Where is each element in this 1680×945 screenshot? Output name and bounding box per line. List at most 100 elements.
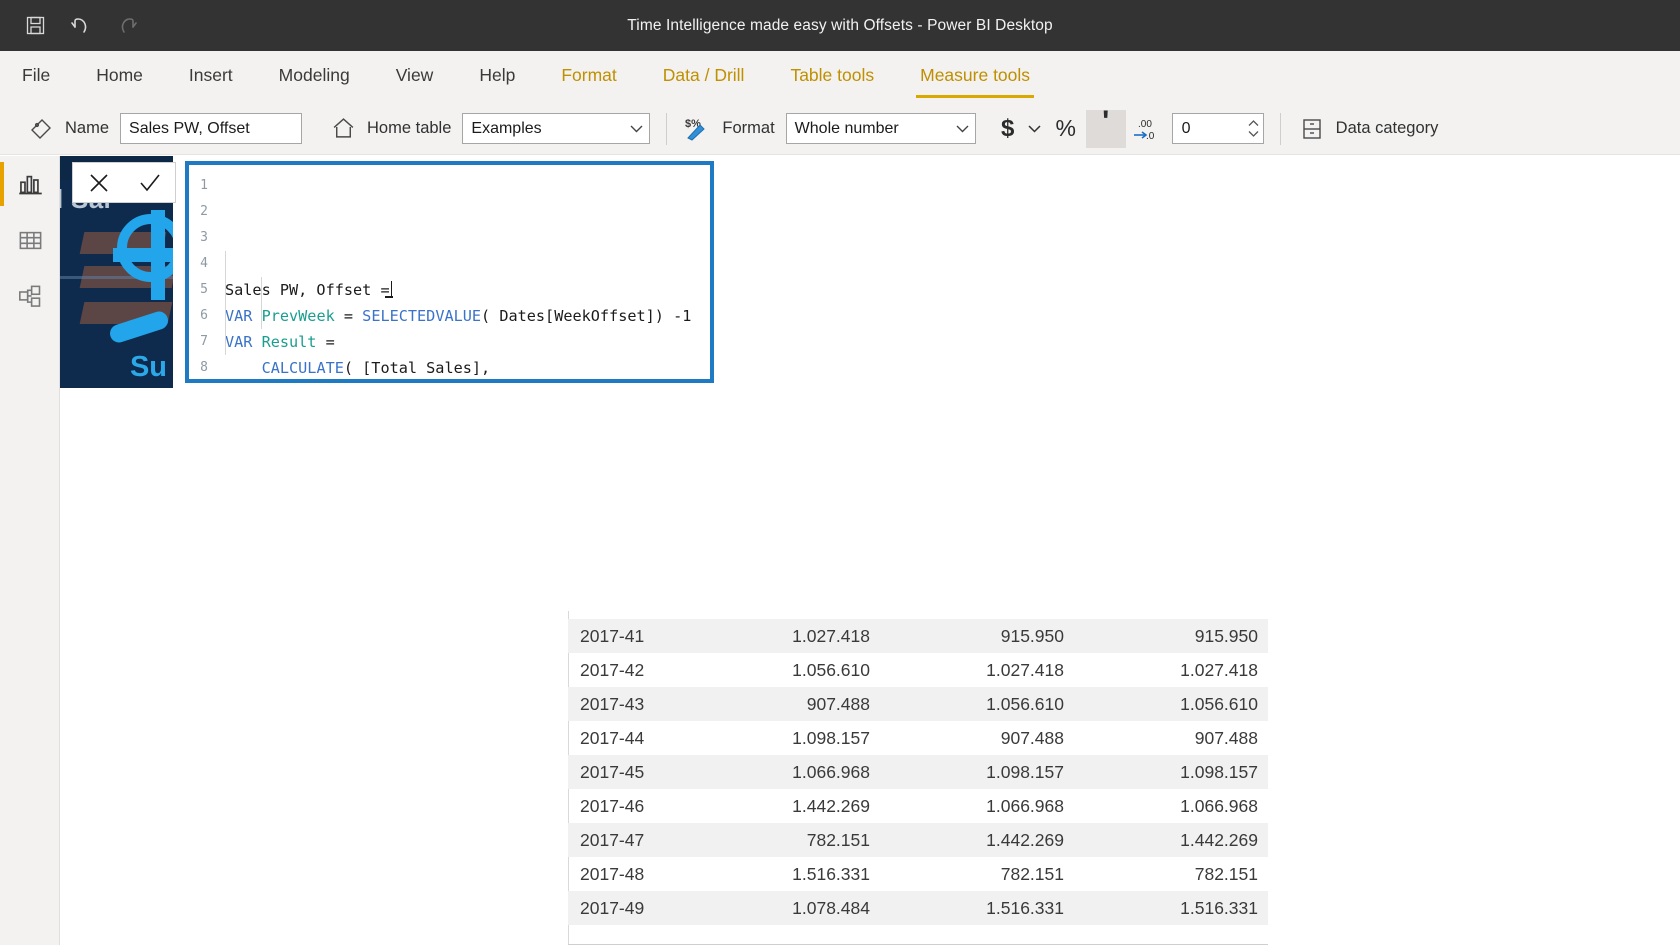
table-row[interactable]: 2017-46 1.442.269 1.066.968 1.066.968: [568, 789, 1268, 823]
cell-week: 2017-43: [580, 693, 645, 714]
name-label: Name: [65, 119, 110, 137]
tab-insert[interactable]: Insert: [189, 59, 233, 96]
cell-sales-pw: 1.098.157: [986, 761, 1064, 782]
dax-line: CALCULATE( [Total Sales],: [225, 355, 710, 379]
cell-sales-pw-offset: 782.151: [1194, 863, 1258, 884]
tab-help[interactable]: Help: [479, 59, 515, 96]
line-number: 7: [200, 334, 208, 349]
text-caret: [384, 281, 393, 298]
save-icon[interactable]: [22, 13, 48, 39]
accept-formula-button[interactable]: [130, 165, 170, 201]
toolbar-divider: [666, 112, 668, 145]
cell-total-sales: 1.027.418: [792, 625, 870, 646]
data-category-label[interactable]: Data category: [1336, 119, 1439, 138]
thousands-separator-button[interactable]: ': [1085, 105, 1126, 148]
currency-split-button[interactable]: $: [994, 110, 1046, 148]
line-number: 5: [200, 282, 208, 297]
tab-modeling[interactable]: Modeling: [279, 59, 350, 96]
cell-week: 2017-49: [580, 897, 645, 918]
cell-sales-pw: 1.516.331: [986, 897, 1064, 918]
dax-token: Sales PW, Offset =: [225, 281, 390, 299]
cell-sales-pw-offset: 907.488: [1194, 727, 1258, 748]
cell-sales-pw: 915.950: [1000, 625, 1064, 646]
cancel-formula-button[interactable]: [79, 165, 119, 201]
format-label: Format: [722, 119, 775, 137]
line-number: 4: [200, 256, 208, 271]
format-icon: $%: [683, 114, 713, 144]
structure-group: Name Sales PW, Offset Home table Example…: [26, 113, 651, 144]
cell-total-sales: 782.151: [806, 829, 870, 850]
decimal-places-stepper[interactable]: 0: [1171, 113, 1264, 144]
title-bar: Time Intelligence made easy with Offsets…: [0, 0, 1680, 51]
format-select[interactable]: Whole number: [785, 113, 976, 144]
chevron-down-icon: [630, 123, 643, 135]
tag-icon: [26, 114, 56, 144]
tab-measure-tools[interactable]: Measure tools: [916, 59, 1034, 98]
cell-sales-pw: 1.056.610: [986, 693, 1064, 714]
table-row[interactable]: 2017-45 1.066.968 1.098.157 1.098.157: [568, 755, 1268, 789]
indent-guide-2: [261, 277, 262, 329]
tab-table-tools[interactable]: Table tools: [790, 59, 874, 96]
view-switcher-rail: [0, 156, 60, 945]
data-category-icon: [1297, 114, 1327, 144]
tab-view[interactable]: View: [396, 59, 434, 96]
tab-file[interactable]: File: [22, 59, 50, 96]
cell-total-sales: 1.442.269: [792, 795, 870, 816]
currency-format-button[interactable]: $: [994, 110, 1022, 148]
table-visual[interactable]: 2017-391.318.218108.400108.4002017-40915…: [568, 565, 1268, 945]
table-row[interactable]: 2017-42 1.056.610 1.027.418 1.027.418: [568, 653, 1268, 687]
line-number: 2: [200, 204, 208, 219]
sidebar-item-report-view[interactable]: [0, 156, 60, 212]
cell-sales-pw-offset: 915.950: [1194, 625, 1258, 646]
sidebar-item-data-view[interactable]: [0, 212, 60, 268]
dax-token: [225, 359, 262, 377]
cell-sales-pw: 907.488: [1000, 727, 1064, 748]
table-row[interactable]: 2017-48 1.516.331 782.151 782.151: [568, 857, 1268, 891]
cell-total-sales: 1.066.968: [792, 761, 870, 782]
dax-line: VAR Result =: [225, 329, 710, 355]
dax-token: PrevWeek: [261, 307, 335, 325]
dax-token: =: [334, 307, 363, 325]
line-number-gutter: 1 2 3 4 5 6 7 8: [189, 165, 213, 379]
svg-text:.00: .00: [1138, 119, 1152, 130]
redo-icon[interactable]: [114, 13, 140, 39]
currency-dropdown-chevron-down-icon[interactable]: [1024, 110, 1046, 148]
table-row[interactable]: 2017-41 1.027.418 915.950 915.950: [568, 619, 1268, 653]
stepper-arrows[interactable]: [1248, 120, 1259, 137]
formula-confirm-bar: [72, 162, 176, 203]
dax-line: Sales PW, Offset =: [225, 277, 710, 303]
measure-name-input[interactable]: Sales PW, Offset: [120, 113, 303, 144]
line-number: 6: [200, 308, 208, 323]
cell-total-sales: 1.056.610: [792, 659, 870, 680]
dax-editor[interactable]: 1 2 3 4 5 6 7 8 Sales PW, Offset = VAR PrevWeek …: [185, 161, 714, 383]
cell-sales-pw-offset: 1.516.331: [1180, 897, 1258, 918]
cell-week: 2017-44: [580, 727, 645, 748]
home-icon: [328, 114, 358, 144]
table-row[interactable]: 2017-47 782.151 1.442.269 1.442.269: [568, 823, 1268, 857]
table-row[interactable]: 2017-44 1.098.157 907.488 907.488: [568, 721, 1268, 755]
dax-code-area[interactable]: Sales PW, Offset = VAR PrevWeek = SELECTE…: [213, 165, 710, 379]
undo-icon[interactable]: [68, 13, 94, 39]
cell-sales-pw-offset: 1.056.610: [1180, 693, 1258, 714]
tab-format[interactable]: Format: [561, 59, 616, 96]
cell-week: 2017-42: [580, 659, 645, 680]
home-table-value: Examples: [471, 119, 542, 137]
format-value: Whole number: [794, 119, 899, 137]
cell-total-sales: 1.078.484: [792, 897, 870, 918]
chevron-down-icon: [956, 123, 969, 135]
dax-token: SELECTEDVALUE: [362, 307, 482, 325]
cell-sales-pw-offset: 1.027.418: [1180, 659, 1258, 680]
line-number: 3: [200, 230, 208, 245]
measure-tools-ribbon: Name Sales PW, Offset Home table Example…: [0, 103, 1680, 155]
percent-format-button[interactable]: %: [1046, 110, 1086, 148]
home-table-select[interactable]: Examples: [462, 113, 651, 144]
decimal-places-icon[interactable]: .00 .0: [1126, 110, 1172, 148]
table-row[interactable]: 2017-43 907.488 1.056.610 1.056.610: [568, 687, 1268, 721]
sidebar-item-model-view[interactable]: [0, 268, 60, 324]
table-row[interactable]: 2017-49 1.078.484 1.516.331 1.516.331: [568, 891, 1268, 925]
home-table-label: Home table: [367, 119, 452, 137]
dax-token: VAR: [225, 333, 262, 351]
tab-data-drill[interactable]: Data / Drill: [663, 59, 745, 96]
tab-home[interactable]: Home: [96, 59, 143, 96]
quick-access-toolbar: [0, 13, 140, 39]
